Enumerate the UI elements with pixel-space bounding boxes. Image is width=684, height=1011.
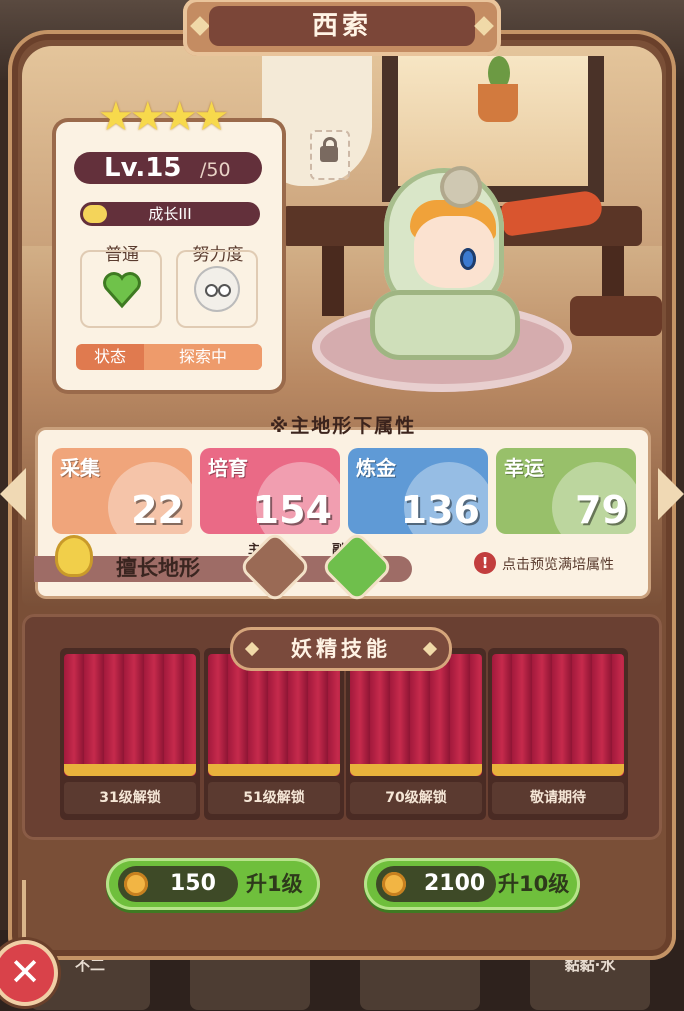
attribute-box-normal[interactable]: [80, 250, 162, 328]
curtain-icon: [64, 654, 196, 776]
character-face: [414, 216, 494, 288]
stat-value: 22: [131, 488, 184, 532]
specialty-label: 擅长地形: [116, 556, 200, 580]
curtain-icon: [208, 654, 340, 776]
plaque-gem-icon: [190, 16, 210, 36]
character-body: [370, 290, 520, 360]
green-heart-icon: [103, 272, 141, 309]
level-pill: Lv.15 /50: [74, 152, 262, 184]
stat-value: 136: [400, 488, 480, 532]
skill-unlock-label: 70级解锁: [350, 782, 482, 814]
upgrade-10-level-button[interactable]: 2100 升10级: [364, 858, 580, 910]
face-eye: [205, 284, 218, 297]
curtain-icon: [350, 654, 482, 776]
coin-icon: [124, 872, 148, 896]
stats-card: ★★★★ Lv.15 /50 成长III 普通 努力度 状态 探索中: [56, 94, 282, 390]
flower-pin-icon: [444, 170, 478, 204]
attribute-box-effort[interactable]: [176, 250, 258, 328]
close-rope: [22, 880, 26, 944]
upgrade-cost: 2100: [424, 871, 486, 896]
stat-luck[interactable]: 幸运 79: [496, 448, 636, 534]
stat-cultivate[interactable]: 培育 154: [200, 448, 340, 534]
rarity-stars: ★★★★: [98, 94, 229, 140]
dazed-face-icon: [196, 268, 238, 310]
name-plaque: 西索: [183, 0, 501, 56]
coin-icon: [382, 872, 406, 896]
sparkle-icon: [244, 641, 260, 657]
face-eye: [218, 284, 231, 297]
stat-name: 培育: [208, 456, 248, 480]
character-eye: [460, 248, 476, 270]
upgrade-cost-pill: 150: [118, 866, 238, 902]
skill-slot-2[interactable]: 51级解锁: [204, 648, 344, 820]
terrain-stats-panel: ※主地形下属性 采集 22 培育 154 炼金 136 幸运 79 擅长地形 主…: [34, 415, 648, 600]
level-max: /50: [200, 159, 231, 181]
close-icon: ✕: [9, 950, 41, 994]
level-value: Lv.15: [104, 153, 182, 183]
character-sprite[interactable]: [340, 160, 530, 380]
upgrade-cost-pill: 2100: [376, 866, 496, 902]
stat-alchemy[interactable]: 炼金 136: [348, 448, 488, 534]
skill-unlock-label: 51级解锁: [208, 782, 340, 814]
growth-label: 成长III: [148, 205, 192, 223]
skills-title: 妖精技能: [291, 637, 391, 661]
skill-slot-3[interactable]: 70级解锁: [346, 648, 486, 820]
terrain-title: ※主地形下属性: [269, 415, 417, 437]
skills-title-plaque: 妖精技能: [233, 630, 449, 668]
skill-slot-1[interactable]: 31级解锁: [60, 648, 200, 820]
skill-slot-4[interactable]: 敬请期待: [488, 648, 628, 820]
stat-value: 154: [252, 488, 332, 532]
upgrade-label: 升1级: [246, 872, 303, 896]
plant-pot: [478, 84, 518, 122]
stat-name: 幸运: [504, 456, 544, 480]
upgrade-cost: 150: [170, 871, 216, 896]
stat-gather[interactable]: 采集 22: [52, 448, 192, 534]
skill-unlock-label: 敬请期待: [492, 782, 624, 814]
growth-bar: 成长III: [80, 202, 260, 226]
status-label: 状态: [93, 347, 126, 366]
plaque-gem-icon: [474, 16, 494, 36]
sparkle-icon: [422, 641, 438, 657]
stat-name: 炼金: [356, 456, 396, 480]
upgrade-label: 升10级: [498, 872, 570, 896]
next-fairy-arrow-icon[interactable]: [658, 468, 684, 520]
upgrade-1-level-button[interactable]: 150 升1级: [106, 858, 320, 910]
status-bar: 状态 探索中: [76, 344, 262, 370]
skill-unlock-label: 31级解锁: [64, 782, 196, 814]
stat-name: 采集: [60, 456, 100, 480]
preview-full-stats-link[interactable]: 点击预览满培属性: [502, 554, 614, 574]
status-value: 探索中: [144, 344, 262, 370]
stat-value: 79: [575, 488, 628, 532]
curtain-icon: [492, 654, 624, 776]
scene-stool: [570, 296, 662, 336]
character-name: 西索: [209, 6, 475, 46]
lightbulb-icon: [58, 538, 90, 574]
lock-icon: [320, 137, 338, 162]
info-icon[interactable]: !: [474, 552, 496, 574]
previous-fairy-arrow-icon[interactable]: [0, 468, 26, 520]
